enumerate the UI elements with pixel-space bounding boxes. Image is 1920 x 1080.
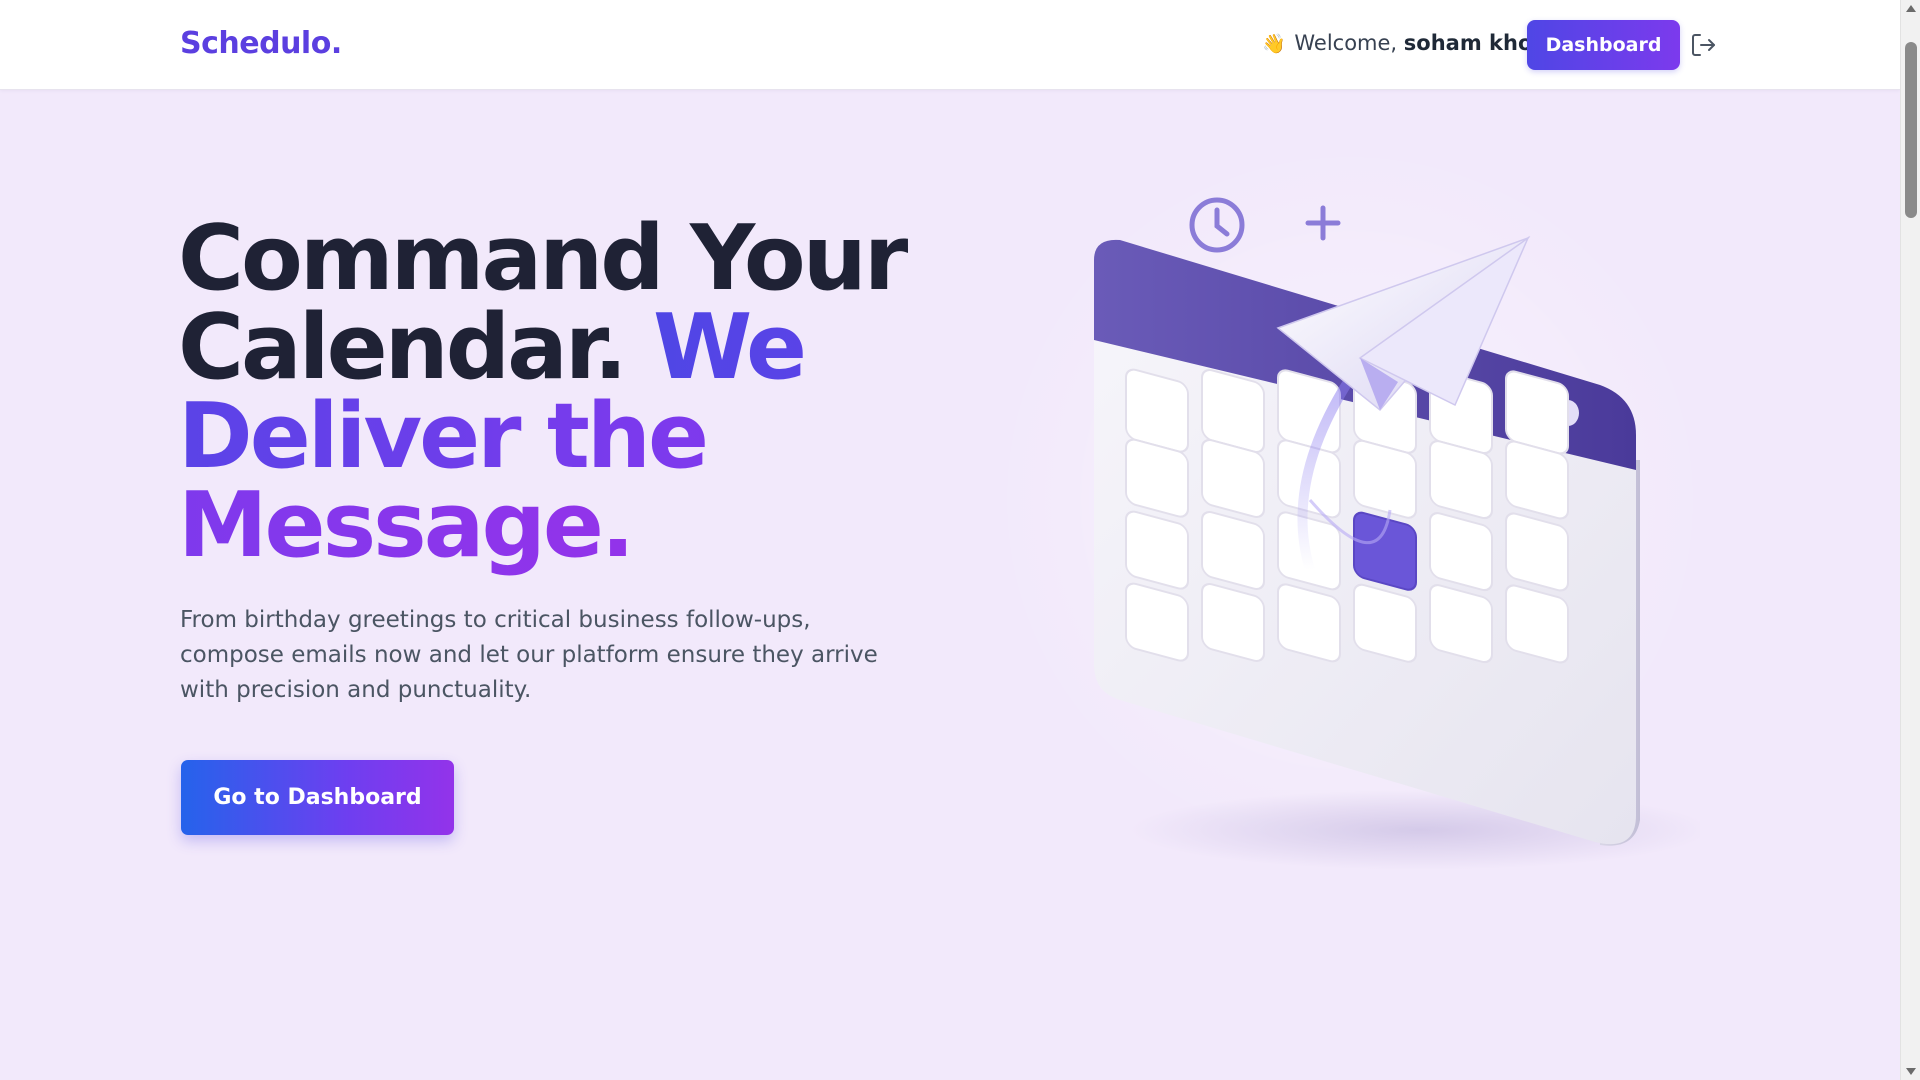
hero-headline: Command Your Calendar. We Deliver the Me… bbox=[178, 214, 938, 571]
calendar-illustration bbox=[1080, 170, 1710, 870]
waving-hand-icon: 👋 bbox=[1262, 33, 1286, 55]
dashboard-button[interactable]: Dashboard bbox=[1527, 20, 1680, 70]
user-name: soham khot bbox=[1403, 31, 1543, 55]
logout-icon[interactable] bbox=[1688, 30, 1718, 60]
clock-icon bbox=[1189, 197, 1245, 253]
scrollbar-thumb[interactable] bbox=[1905, 42, 1917, 218]
vertical-scrollbar[interactable] bbox=[1900, 0, 1920, 1080]
go-to-dashboard-button[interactable]: Go to Dashboard bbox=[181, 760, 454, 835]
scroll-up-arrow-icon[interactable] bbox=[1906, 5, 1916, 12]
scroll-down-arrow-icon[interactable] bbox=[1906, 1068, 1916, 1075]
plus-icon bbox=[1305, 205, 1341, 241]
hero-description: From birthday greetings to critical busi… bbox=[180, 607, 878, 703]
brand-logo[interactable]: Schedulo. bbox=[180, 26, 342, 61]
welcome-message: 👋 Welcome, soham khot bbox=[1262, 31, 1542, 55]
welcome-label: Welcome, bbox=[1294, 31, 1398, 55]
top-navbar: Schedulo. 👋 Welcome, soham khot Dashboar… bbox=[0, 0, 1900, 90]
